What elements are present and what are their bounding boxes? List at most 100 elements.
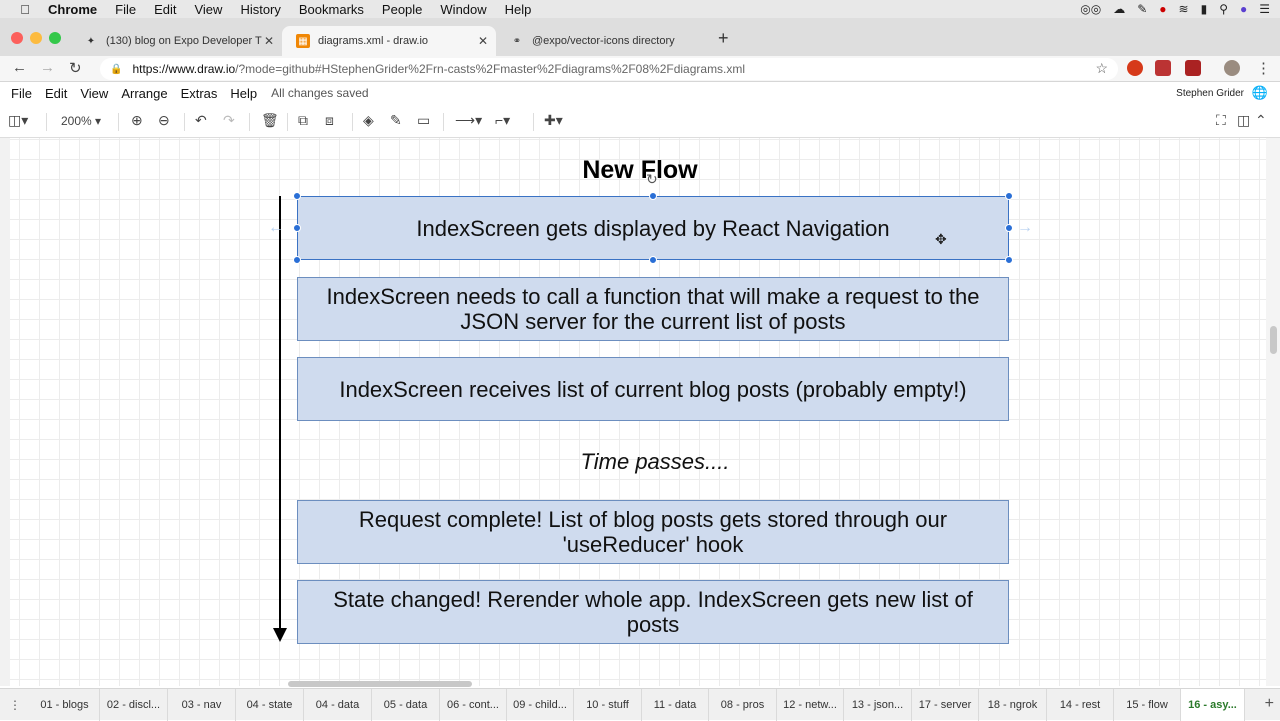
list-icon[interactable]: ☰ (1259, 2, 1270, 16)
tab-drawio[interactable]: ▦ diagrams.xml - draw.io ✕ (282, 26, 496, 56)
page-tab[interactable]: 17 - server (912, 688, 979, 721)
page-tab[interactable]: 15 - flow (1114, 688, 1181, 721)
menu-edit[interactable]: Edit (154, 2, 176, 17)
page-tab[interactable]: 08 - pros (709, 688, 777, 721)
page-tab[interactable]: 14 - rest (1047, 688, 1114, 721)
selection-handle[interactable] (1005, 224, 1013, 232)
tab-vector-icons[interactable]: ⚭ @expo/vector-icons directory (496, 26, 708, 56)
flow-step-box[interactable]: IndexScreen needs to call a function tha… (297, 277, 1009, 341)
drawio-menu-file[interactable]: File (11, 86, 32, 101)
horizontal-scroll-thumb[interactable] (288, 681, 472, 687)
format-panel-icon[interactable]: ◫▾ (8, 112, 28, 129)
page-tab[interactable]: 05 - data (372, 688, 440, 721)
fill-color-icon[interactable]: ◈ (363, 112, 374, 129)
to-front-icon[interactable]: ⧉ (298, 112, 308, 129)
profile-avatar[interactable] (1224, 60, 1240, 76)
extension-icon[interactable] (1155, 60, 1171, 76)
more-menu-icon[interactable]: ⋮ (1256, 59, 1271, 77)
pen-icon[interactable]: ✎ (1137, 2, 1147, 16)
hover-arrow-left-icon[interactable]: ← (268, 219, 284, 237)
user-name[interactable]: Stephen Grider (1176, 88, 1244, 99)
page-tab[interactable]: 13 - json... (844, 688, 912, 721)
minimize-window-icon[interactable] (30, 32, 42, 44)
page-tab[interactable]: 12 - netw... (777, 688, 844, 721)
selection-handle[interactable] (649, 192, 657, 200)
bookmark-star-icon[interactable]: ☆ (1095, 60, 1108, 77)
glasses-icon[interactable]: ◎◎ (1080, 2, 1101, 16)
format-toggle-icon[interactable]: ◫ (1237, 112, 1250, 129)
url-field[interactable]: 🔒 https://www.draw.io/?mode=github#HStep… (100, 58, 1118, 80)
reload-icon[interactable]: ↻ (69, 59, 82, 77)
add-page-icon[interactable]: + (1265, 695, 1274, 713)
forward-icon[interactable]: → (40, 59, 55, 76)
extension-badge-icon[interactable] (1185, 60, 1201, 76)
waypoints-icon[interactable]: ⌐▾ (495, 112, 510, 129)
flow-step-box[interactable]: IndexScreen receives list of current blo… (297, 357, 1009, 421)
page-tab[interactable]: 01 - blogs (30, 688, 100, 721)
search-icon[interactable]: ⚲ (1219, 2, 1228, 16)
fullscreen-icon[interactable]: ⛶ (1216, 112, 1226, 129)
adblock-icon[interactable] (1127, 60, 1143, 76)
diagram-title[interactable]: New Flow (0, 156, 1280, 185)
shadow-icon[interactable]: ▭ (417, 112, 430, 129)
flow-step-box[interactable]: Request complete! List of blog posts get… (297, 500, 1009, 564)
flow-step-box[interactable]: IndexScreen gets displayed by React Navi… (297, 196, 1009, 260)
selection-handle[interactable] (293, 192, 301, 200)
record-icon[interactable]: ● (1159, 2, 1166, 16)
to-back-icon[interactable]: ⧈ (325, 112, 334, 129)
page-tab[interactable]: 04 - data (304, 688, 372, 721)
delete-icon[interactable]: 🗑 (261, 112, 279, 129)
pages-menu-icon[interactable]: ⋮ (0, 698, 30, 712)
drawio-menu-arrange[interactable]: Arrange (121, 86, 167, 101)
hover-arrow-right-icon[interactable]: → (1017, 219, 1033, 237)
page-tab[interactable]: 11 - data (642, 688, 709, 721)
selection-handle[interactable] (1005, 256, 1013, 264)
tab-expo-blog[interactable]: ✦ (130) blog on Expo Developer T ✕ (70, 26, 282, 56)
selection-handle[interactable] (293, 224, 301, 232)
page-tab-active[interactable]: 16 - asy... (1181, 688, 1245, 721)
collapse-icon[interactable]: ⌃ (1255, 112, 1267, 129)
redo-icon[interactable]: ↷ (223, 112, 235, 129)
page-tab[interactable]: 02 - discl... (100, 688, 168, 721)
flow-step-box[interactable]: State changed! Rerender whole app. Index… (297, 580, 1009, 644)
drawio-menu-help[interactable]: Help (230, 86, 257, 101)
zoom-select[interactable]: 200% ▾ (61, 114, 101, 128)
close-tab-icon[interactable]: ✕ (264, 34, 274, 48)
undo-icon[interactable]: ↶ (195, 112, 207, 129)
page-tab[interactable]: 03 - nav (168, 688, 236, 721)
connection-icon[interactable]: ⟶▾ (455, 112, 482, 129)
apple-icon[interactable]:  (16, 2, 34, 17)
menu-people[interactable]: People (382, 2, 422, 17)
cloud-icon[interactable]: ☁ (1113, 2, 1125, 16)
sidebar-collapsed[interactable] (0, 138, 10, 686)
selection-handle[interactable] (293, 256, 301, 264)
insert-icon[interactable]: ✚▾ (544, 112, 563, 129)
new-tab-icon[interactable]: + (718, 28, 729, 49)
rotate-handle-icon[interactable]: ↻ (646, 171, 658, 188)
page-tab[interactable]: 06 - cont... (440, 688, 507, 721)
zoom-in-icon[interactable]: ⊕ (131, 112, 143, 129)
siri-icon[interactable]: ● (1240, 2, 1247, 16)
vertical-scrollbar[interactable] (1266, 138, 1280, 686)
drawio-menu-edit[interactable]: Edit (45, 86, 67, 101)
zoom-out-icon[interactable]: ⊖ (158, 112, 170, 129)
menu-bookmarks[interactable]: Bookmarks (299, 2, 364, 17)
close-window-icon[interactable] (11, 32, 23, 44)
menu-view[interactable]: View (194, 2, 222, 17)
page-tab[interactable]: 09 - child... (507, 688, 574, 721)
page-tab[interactable]: 04 - state (236, 688, 304, 721)
vertical-scroll-thumb[interactable] (1270, 326, 1277, 354)
page-tab[interactable]: 18 - ngrok (979, 688, 1047, 721)
wifi-icon[interactable]: ≋ (1179, 2, 1189, 16)
drawio-menu-extras[interactable]: Extras (181, 86, 218, 101)
page-tab[interactable]: 10 - stuff (574, 688, 642, 721)
line-color-icon[interactable]: ✎ (390, 112, 402, 129)
close-tab-icon[interactable]: ✕ (478, 34, 488, 48)
selection-handle[interactable] (1005, 192, 1013, 200)
menu-history[interactable]: History (240, 2, 280, 17)
language-globe-icon[interactable]: 🌐 (1252, 85, 1268, 101)
back-icon[interactable]: ← (12, 59, 27, 76)
timeline-arrow[interactable] (270, 192, 290, 644)
menu-chrome[interactable]: Chrome (48, 2, 97, 17)
time-passes-label[interactable]: Time passes.... (0, 449, 1280, 475)
